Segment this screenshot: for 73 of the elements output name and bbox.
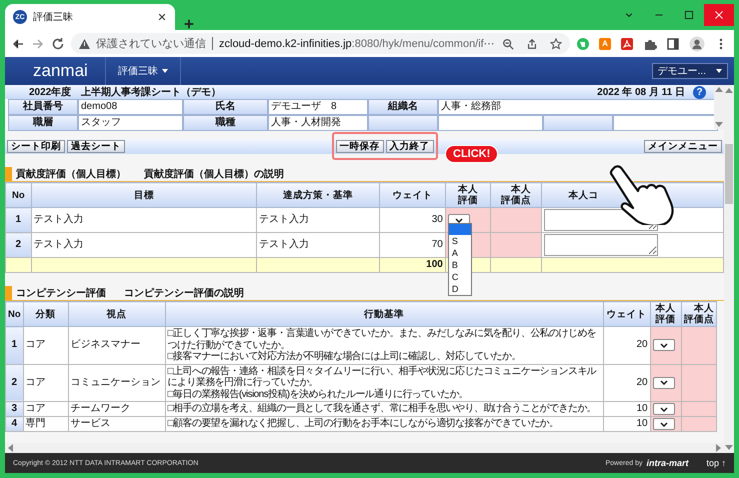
brand-logo: intra-mart — [646, 458, 688, 468]
table-cell: 30 — [380, 208, 446, 232]
field-value: スタッフ — [78, 115, 183, 131]
description-link[interactable]: コンピテンシー評価の説明 — [124, 286, 244, 300]
criteria-text: □上司への報告・連絡・相談を日々タイムリーに行い、相手や状況に応じたコミュニケーションスキルにより業務を円滑に行っていたか。 — [168, 366, 598, 388]
dropdown-option[interactable]: C — [448, 271, 471, 283]
criteria-text: □相手の立場を考え、組織の一員として我を通さず、常に相手を思いやり、助け合うことができたか。 — [168, 403, 598, 415]
toolbar-button[interactable]: 入力終了 — [386, 140, 434, 153]
dropdown-option[interactable]: S — [448, 235, 471, 247]
row-number: 2 — [6, 364, 24, 402]
field-value: 人事・人材開発 — [268, 115, 368, 131]
dropdown-option[interactable]: D — [448, 283, 471, 295]
table-cell: コア — [23, 326, 68, 364]
section-title: コンピテンシー評価 — [16, 286, 106, 300]
field-value: demo08 — [78, 99, 183, 115]
table-cell: コミュニケーション — [68, 364, 166, 402]
click-callout: CLICK! — [445, 145, 498, 163]
table-cell: コア — [23, 364, 68, 402]
criteria-text: □顧客の要望を漏れなく把握し、上司の行動をお手本にしながら適切な接客ができていたか。 — [168, 418, 560, 430]
top-link[interactable]: top ↑ — [706, 458, 726, 468]
column-header: 視点 — [68, 302, 166, 326]
app-logo[interactable]: zanmai — [5, 61, 105, 81]
toolbar-button[interactable]: メインメニュー — [644, 140, 722, 153]
row-number: 1 — [6, 208, 32, 232]
table-cell: 20 — [603, 364, 650, 402]
section-title: 貢献度評価（個人目標） — [16, 167, 126, 180]
criteria-text: □毎日の業務報告(visions投稿)を決められたルール通りに行っていたか。 — [168, 388, 470, 400]
column-header: ウェイト — [603, 302, 650, 326]
table-cell: 20 — [603, 326, 650, 364]
toolbar-button[interactable]: 一時保存 — [336, 140, 384, 153]
table-cell: コア — [23, 402, 68, 416]
sheet-title: 2022年度 上半期人事考課シート（デモ） — [29, 85, 222, 99]
tab-title: 評価三昧 — [33, 10, 74, 24]
column-header: ウェイト — [380, 182, 446, 208]
table-cell: 10 — [603, 402, 650, 416]
column-header: 目標 — [31, 182, 256, 208]
table-cell: 専門 — [23, 416, 68, 432]
dropdown-option[interactable]: A — [448, 247, 471, 259]
field-label: 組織名 — [368, 99, 438, 115]
total-weight: 100 — [380, 258, 446, 272]
row-number: 4 — [6, 416, 24, 432]
help-icon[interactable]: ? — [693, 86, 706, 98]
field-value: デモユーザ 8 — [268, 99, 368, 115]
table-cell: ビジネスマナー — [68, 326, 166, 364]
field-label: 職種 — [183, 115, 268, 131]
column-header: 本人評価点 — [490, 182, 542, 208]
field-label: 職層 — [8, 115, 78, 131]
table-cell: チームワーク — [68, 402, 166, 416]
criteria-text: □接客マナーにおいて対応方法が不明確な場合には上司に確認し、対応していたか。 — [168, 351, 522, 362]
row-number: 1 — [6, 326, 24, 364]
column-header: 本人評価点 — [681, 302, 716, 326]
table-cell: テスト入力 — [256, 208, 380, 232]
column-header: 達成方策・基準 — [256, 182, 380, 208]
sheet-date: 2022 年 08 月 11 日 — [597, 86, 685, 99]
column-header: No — [6, 182, 32, 208]
column-header: 本人評価 — [445, 182, 490, 208]
row-number: 3 — [6, 402, 24, 416]
table-cell: サービス — [68, 416, 166, 432]
column-header: 分類 — [23, 302, 68, 326]
user-menu[interactable]: デモユー... — [652, 63, 728, 79]
field-label: 社員番号 — [8, 99, 78, 115]
table-cell: テスト入力 — [31, 208, 256, 232]
toolbar-button[interactable]: シート印刷 — [7, 140, 65, 153]
toolbar-button[interactable]: 過去シート — [67, 140, 125, 153]
description-link[interactable]: 貢献度評価（個人目標）の説明 — [144, 166, 284, 180]
criteria-text: □正しく丁寧な挨拶・返事・言葉遣いができていたか。また、みだしなみに気を配り、公私のけじめをつけた行動ができていたか。 — [168, 328, 598, 350]
field-label: 氏名 — [183, 99, 268, 115]
column-header: 本人評価 — [650, 302, 682, 326]
address-bar[interactable]: 保護されていない通信 zcloud-demo.k2-infinities.jp:8080/hyk/menu/common/if⋯ — [71, 33, 570, 54]
table-cell: 10 — [603, 416, 650, 432]
row-number: 2 — [6, 232, 32, 258]
column-header: No — [6, 302, 24, 326]
column-header: 行動基準 — [165, 302, 604, 326]
